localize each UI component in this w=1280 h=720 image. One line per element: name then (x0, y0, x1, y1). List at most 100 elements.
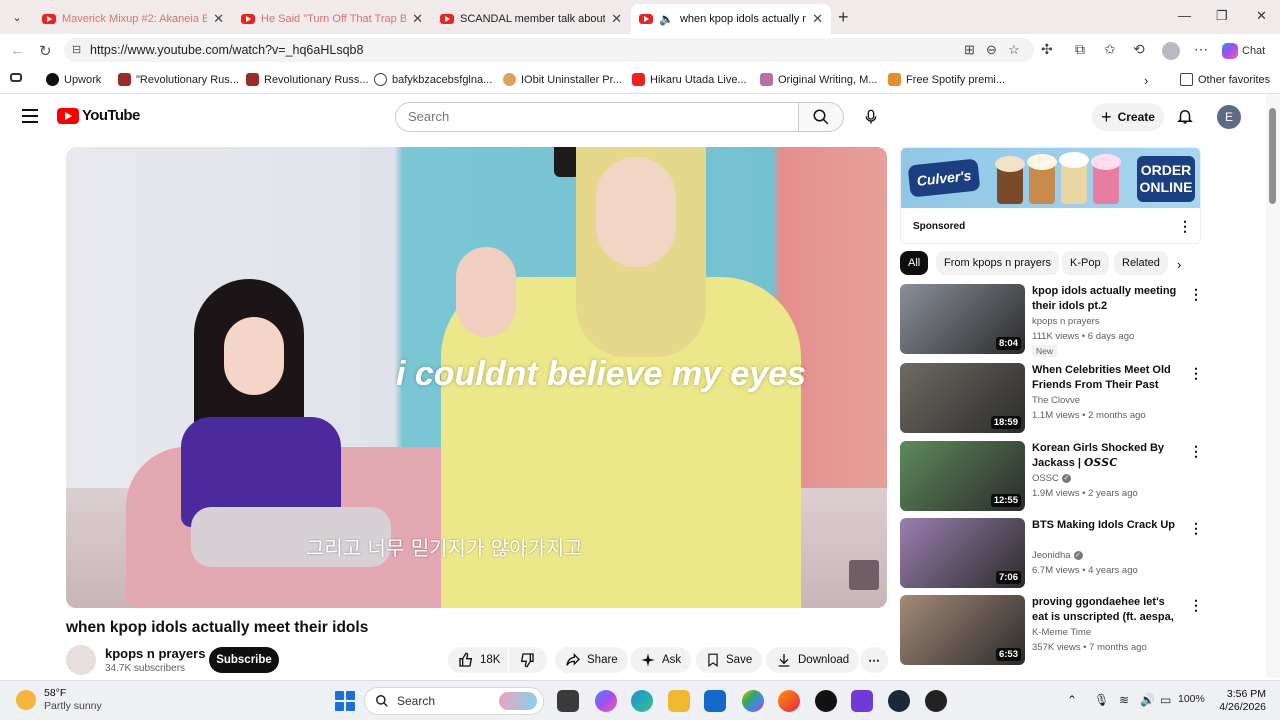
bookmark-iobit[interactable]: IObit Uninstaller Pr... (503, 73, 622, 86)
more-menu-icon[interactable]: ⋯ (1194, 41, 1208, 58)
dislike-button[interactable] (509, 647, 547, 673)
page-scrollbar[interactable] (1266, 94, 1280, 678)
bookmark-revolutionary-2[interactable]: Revolutionary Russ... (246, 73, 369, 86)
tab-actions-chevron-icon[interactable]: ⌄ (6, 6, 28, 28)
more-options-icon[interactable]: ⋮ (1189, 365, 1203, 382)
extensions-icon[interactable]: ✣ (1041, 41, 1053, 58)
video-player[interactable]: i couldnt believe my eyes 그리고 너무 믿기지가 않아… (66, 147, 887, 608)
recommended-video-title[interactable]: Korean Girls Shocked By Jackass | 𝙊𝙎𝙎𝘾 (1032, 441, 1180, 471)
other-favorites[interactable]: Other favorites (1180, 73, 1270, 86)
like-button[interactable]: 18K (448, 647, 508, 673)
tab-close-icon[interactable]: ✕ (812, 11, 823, 27)
more-options-icon[interactable]: ⋮ (1189, 520, 1203, 537)
microphone-tray-icon[interactable]: 🎙 (1094, 693, 1109, 707)
profile-avatar[interactable] (1162, 42, 1180, 60)
search-button[interactable] (798, 102, 844, 132)
bookmark-original-writing[interactable]: Original Writing, M... (760, 73, 877, 86)
download-button[interactable]: Download (766, 647, 860, 673)
browser-tab-3[interactable]: SCANDAL member talk about Mar ✕ (432, 4, 630, 34)
browser-tab-1[interactable]: Maverick Mixup #2: Akaneia Build ✕ (34, 4, 232, 34)
more-options-icon[interactable]: ⋮ (1189, 597, 1203, 614)
recommended-video-title[interactable]: When Celebrities Meet Old Friends From T… (1032, 363, 1180, 393)
copilot-taskbar-icon[interactable] (595, 690, 617, 712)
recommended-video[interactable]: 7:06 BTS Making Idols Crack Up Jeonidha ✓ 6.… (900, 518, 1203, 590)
history-icon[interactable]: ⟲ (1133, 41, 1145, 58)
site-info-icon[interactable]: ⊟ (72, 43, 81, 56)
tab-close-icon[interactable]: ✕ (611, 11, 622, 27)
url-field[interactable]: ⊟ https://www.youtube.com/watch?v=_hq6aH… (64, 38, 1034, 62)
reload-icon[interactable]: ↻ (39, 42, 52, 60)
recommended-video[interactable]: 6:53 proving ggondaehee let's eat is unsc… (900, 595, 1203, 667)
recommended-video[interactable]: 18:59 When Celebrities Meet Old Friends F… (900, 363, 1203, 435)
sponsored-ad[interactable]: Culver's ORDER ONLINE Sponsored ⋮ (900, 147, 1201, 244)
notifications-bell-icon[interactable] (1176, 106, 1194, 131)
search-box[interactable] (395, 102, 799, 132)
save-button[interactable]: Save (696, 647, 763, 673)
ask-button[interactable]: Ask (630, 647, 692, 673)
video-thumbnail[interactable]: 18:59 (900, 363, 1025, 433)
restore-icon[interactable]: ❐ (1216, 8, 1228, 24)
bookmark-bafyk[interactable]: bafykbzacebsfglna... (374, 73, 492, 86)
bookmark-upwork[interactable]: Upwork (46, 73, 101, 86)
wifi-icon[interactable]: ≋ (1119, 693, 1129, 707)
recommended-video[interactable]: 12:55 Korean Girls Shocked By Jackass | 𝙊… (900, 441, 1203, 513)
video-thumbnail[interactable]: 6:53 (900, 595, 1025, 665)
close-window-icon[interactable]: ✕ (1256, 8, 1267, 24)
video-thumbnail[interactable]: 12:55 (900, 441, 1025, 511)
bookmark-revolutionary-1[interactable]: "Revolutionary Rus... (118, 73, 239, 86)
app-available-icon[interactable]: ⊞ (964, 42, 975, 58)
recommended-channel[interactable]: OSSC ✓ (1032, 473, 1071, 484)
microsoft-store-icon[interactable] (704, 690, 726, 712)
firefox-icon[interactable] (778, 690, 800, 712)
chips-next-chevron-icon[interactable]: › (1177, 257, 1181, 272)
volume-icon[interactable]: 🔊 (1140, 693, 1155, 707)
upwork-app-icon[interactable] (815, 690, 837, 712)
subscribe-button[interactable]: Subscribe (209, 647, 279, 673)
chip-from-channel[interactable]: From kpops n prayers (936, 251, 1059, 275)
video-thumbnail[interactable]: 7:06 (900, 518, 1025, 588)
affinity-app-icon[interactable] (851, 690, 873, 712)
url-text[interactable]: https://www.youtube.com/watch?v=_hq6aHLs… (90, 43, 363, 57)
recommended-channel[interactable]: Jeonidha ✓ (1032, 550, 1083, 561)
minimize-icon[interactable]: — (1178, 8, 1191, 23)
more-options-icon[interactable]: ⋮ (1189, 286, 1203, 303)
copilot-chat-button[interactable]: Chat (1222, 43, 1265, 59)
chip-all[interactable]: All (900, 251, 929, 275)
youtube-logo[interactable]: YouTube (57, 107, 140, 124)
browser-tab-2[interactable]: He Said "Turn Off That Trap Beat" ✕ (233, 4, 431, 34)
steam-icon[interactable] (888, 690, 910, 712)
user-avatar[interactable]: E (1217, 105, 1241, 129)
tab-close-icon[interactable]: ✕ (213, 11, 224, 27)
clock[interactable]: 3:56 PM 4/26/2026 (1210, 688, 1266, 714)
recommended-channel[interactable]: The Clovve (1032, 395, 1080, 406)
file-explorer-icon[interactable] (668, 690, 690, 712)
share-button[interactable]: Share (555, 647, 628, 673)
more-actions-icon[interactable]: ⋯ (860, 647, 888, 673)
favorite-star-icon[interactable]: ☆ (1008, 42, 1020, 58)
app-with-notification-icon[interactable] (925, 690, 947, 712)
taskbar-search[interactable]: Search (364, 687, 544, 715)
voice-search-button[interactable] (856, 102, 886, 132)
tab-close-icon[interactable]: ✕ (412, 11, 423, 27)
channel-avatar[interactable] (66, 645, 96, 675)
edge-browser-icon[interactable] (631, 690, 653, 712)
channel-watermark[interactable] (849, 560, 879, 590)
chip-related[interactable]: Related (1114, 251, 1168, 275)
recommended-video-title[interactable]: BTS Making Idols Crack Up (1032, 518, 1180, 533)
sidebar-toggle-icon[interactable] (10, 73, 22, 82)
scrollbar-thumb[interactable] (1269, 108, 1276, 204)
browser-tab-active[interactable]: 🔈 when kpop idols actually mee ✕ (631, 4, 831, 34)
recommended-video[interactable]: 8:04 kpop idols actually meeting their id… (900, 284, 1203, 357)
battery-icon[interactable]: ▭ (1160, 693, 1171, 707)
favorites-icon[interactable]: ✩ (1104, 41, 1116, 58)
zoom-icon[interactable]: ⊖ (986, 42, 997, 58)
bookmark-spotify[interactable]: Free Spotify premi... (888, 73, 1005, 86)
audio-playing-icon[interactable]: 🔈 (659, 12, 674, 26)
channel-name[interactable]: kpops n prayers (105, 646, 205, 661)
search-input[interactable] (408, 109, 788, 124)
chip-kpop[interactable]: K-Pop (1062, 251, 1109, 275)
bookmark-hikaru[interactable]: Hikaru Utada Live... (632, 73, 747, 86)
menu-hamburger-icon[interactable] (22, 109, 38, 123)
more-options-icon[interactable]: ⋮ (1189, 443, 1203, 460)
ad-more-options-icon[interactable]: ⋮ (1178, 218, 1192, 235)
